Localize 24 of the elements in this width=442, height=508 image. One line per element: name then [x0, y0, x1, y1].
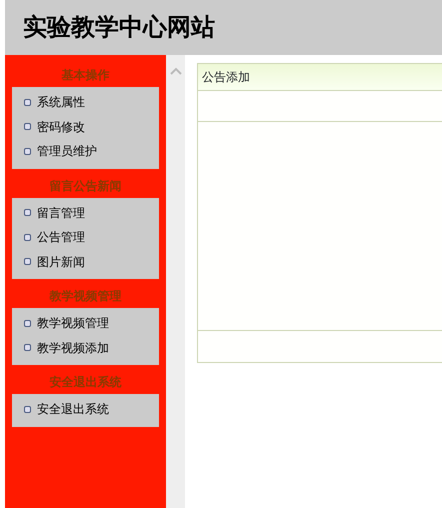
section-heading: 基本操作 — [60, 67, 110, 84]
bullet-icon — [24, 344, 31, 352]
bullet-icon — [24, 406, 31, 413]
panel-title: 公告添加 — [202, 69, 250, 86]
bullet-icon — [24, 320, 31, 327]
section-heading: 留言公告新闻 — [48, 178, 122, 194]
menu-link[interactable]: 管理员维护 — [37, 142, 97, 160]
bullet-icon — [24, 98, 31, 106]
menu-link[interactable]: 教学视频添加 — [37, 338, 109, 357]
bullet-icon — [24, 148, 31, 155]
chevron-up-icon[interactable] — [170, 67, 182, 75]
bullet-icon — [24, 209, 31, 216]
menu-link[interactable]: 留言管理 — [37, 204, 85, 222]
menu-link[interactable]: 公告管理 — [37, 228, 85, 246]
bullet-icon — [24, 123, 31, 130]
section-heading: 安全退出系统 — [48, 374, 122, 391]
menu-link[interactable]: 教学视频管理 — [37, 314, 109, 332]
bullet-icon — [24, 258, 31, 266]
menu-link[interactable]: 密码修改 — [37, 118, 85, 136]
section-heading: 教学视频管理 — [48, 288, 122, 305]
menu-link[interactable]: 系统属性 — [37, 93, 85, 112]
bullet-icon — [24, 234, 31, 241]
menu-link[interactable]: 图片新闻 — [37, 252, 85, 271]
site-title: 实验教学中心网站 — [23, 13, 215, 42]
